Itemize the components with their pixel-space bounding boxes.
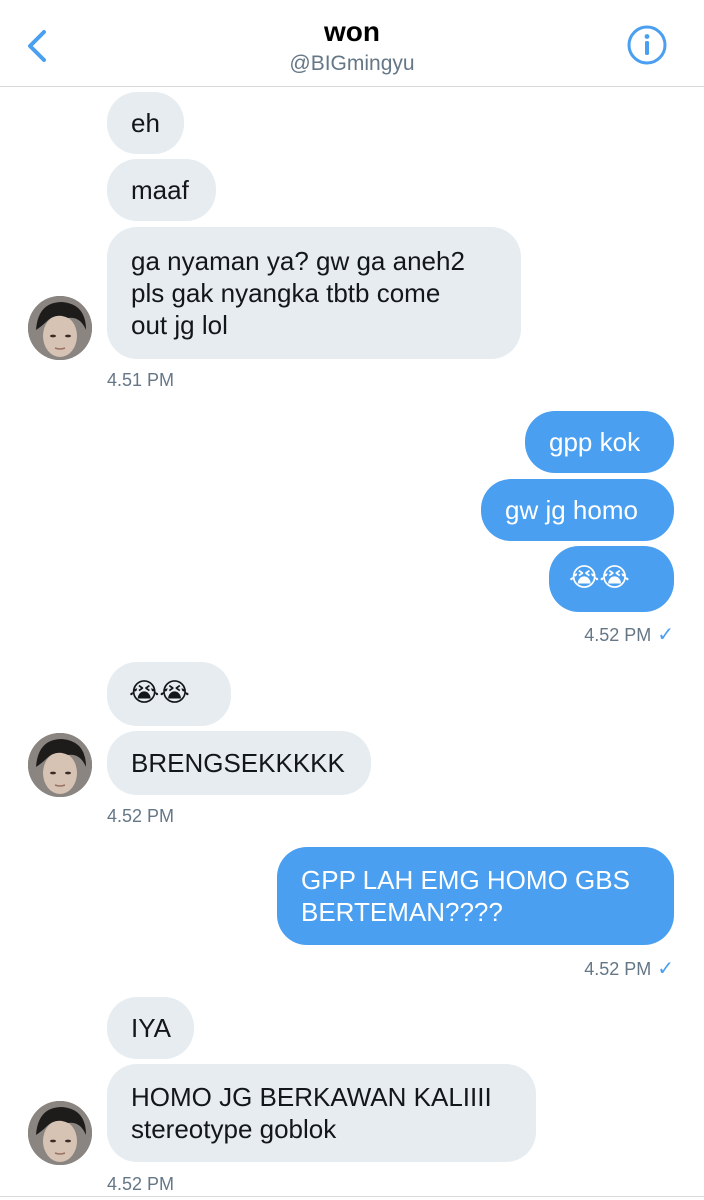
contact-handle: @BIGmingyu <box>289 52 415 75</box>
message-text: maaf <box>131 175 189 205</box>
read-check-icon: ✓ <box>657 624 674 646</box>
avatar[interactable] <box>28 1101 92 1165</box>
message-text: BRENGSEKKKKK <box>131 748 345 778</box>
message-bubble-incoming[interactable]: 😭😭 <box>107 662 231 726</box>
avatar-photo <box>28 1101 92 1165</box>
timestamp: 4.52 PM <box>107 1174 175 1194</box>
conversation-header: won @BIGmingyu <box>0 0 704 87</box>
message-bubble-outgoing[interactable]: gw jg homo <box>481 479 674 541</box>
info-circle-icon <box>627 25 667 65</box>
contact-name: won <box>324 16 380 47</box>
timestamp-text: 4.52 PM <box>584 625 652 645</box>
message-text: eh <box>131 108 160 138</box>
message-text: gpp kok <box>549 427 641 457</box>
divider <box>0 1196 704 1197</box>
message-text: GPP LAH EMG HOMO GBS BERTEMAN???? <box>301 865 630 927</box>
avatar-photo <box>28 296 92 360</box>
timestamp-text: 4.52 PM <box>584 959 652 979</box>
message-text: gw jg homo <box>505 495 638 525</box>
message-text: HOMO JG BERKAWAN KALIIII stereotype gobl… <box>131 1082 492 1144</box>
avatar-photo <box>28 733 92 797</box>
message-bubble-outgoing[interactable]: GPP LAH EMG HOMO GBS BERTEMAN???? <box>277 847 674 945</box>
info-button[interactable] <box>626 24 668 66</box>
message-bubble-incoming[interactable]: eh <box>107 92 184 154</box>
timestamp: 4.51 PM <box>107 370 175 390</box>
message-text: ga nyaman ya? gw ga aneh2 pls gak nyangk… <box>131 246 465 340</box>
message-bubble-incoming[interactable]: ga nyaman ya? gw ga aneh2 pls gak nyangk… <box>107 227 521 359</box>
avatar[interactable] <box>28 733 92 797</box>
timestamp: 4.52 PM <box>107 806 175 826</box>
avatar[interactable] <box>28 296 92 360</box>
crying-emoji: 😭😭 <box>569 563 630 593</box>
message-text: IYA <box>131 1013 171 1043</box>
message-bubble-incoming[interactable]: BRENGSEKKKKK <box>107 731 371 795</box>
timestamp: 4.52 PM ✓ <box>480 956 674 981</box>
read-check-icon: ✓ <box>657 958 674 980</box>
message-bubble-outgoing[interactable]: gpp kok <box>525 411 674 473</box>
message-bubble-incoming[interactable]: maaf <box>107 159 216 221</box>
message-bubble-incoming[interactable]: HOMO JG BERKAWAN KALIIII stereotype gobl… <box>107 1064 536 1162</box>
message-bubble-outgoing[interactable]: 😭😭 <box>549 546 674 612</box>
message-bubble-incoming[interactable]: IYA <box>107 997 194 1059</box>
timestamp: 4.52 PM ✓ <box>480 622 674 647</box>
crying-emoji: 😭😭 <box>129 678 190 708</box>
